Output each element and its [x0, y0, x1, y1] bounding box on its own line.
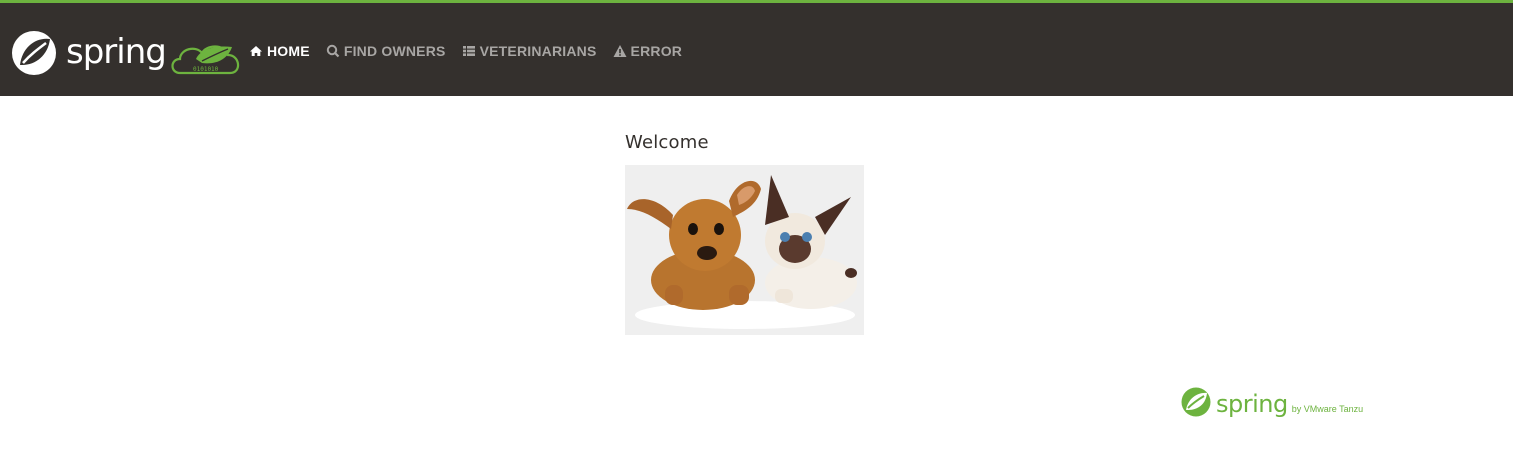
nav-item-error[interactable]: ERROR — [613, 43, 683, 59]
home-icon — [249, 44, 263, 58]
search-icon — [326, 44, 340, 58]
nav-item-label: VETERINARIANS — [479, 43, 597, 59]
spring-leaf-icon — [1180, 386, 1212, 423]
spring-leaf-icon — [12, 31, 56, 75]
main-nav: HOME FIND OWNERS VETERINARIANS ERROR — [249, 41, 698, 61]
list-icon — [462, 44, 476, 58]
nav-item-label: FIND OWNERS — [343, 43, 446, 59]
nav-item-home[interactable]: HOME — [249, 43, 310, 59]
footer-spring-wordmark: spring — [1216, 390, 1288, 418]
footer-spring-logo[interactable]: spring by VMware Tanzu — [1180, 387, 1390, 421]
nav-item-find-owners[interactable]: FIND OWNERS — [326, 43, 446, 59]
warning-icon — [613, 44, 627, 58]
footer-vmware-tanzu-text: by VMware Tanzu — [1291, 404, 1364, 414]
nav-item-veterinarians[interactable]: VETERINARIANS — [462, 43, 597, 59]
nav-item-label: ERROR — [630, 43, 683, 59]
page-title: Welcome — [625, 132, 709, 153]
top-navbar: spring 0101010 HOME FIND OWNERS VETERINA… — [0, 0, 1513, 96]
spring-petclinic-logo[interactable]: spring 0101010 — [10, 29, 242, 77]
nav-item-label: HOME — [267, 43, 310, 59]
cloud-badge-text: 0101010 — [193, 66, 219, 73]
spring-wordmark: spring — [66, 32, 166, 72]
pets-image — [625, 165, 864, 335]
main-content: Welcome — [625, 132, 864, 335]
